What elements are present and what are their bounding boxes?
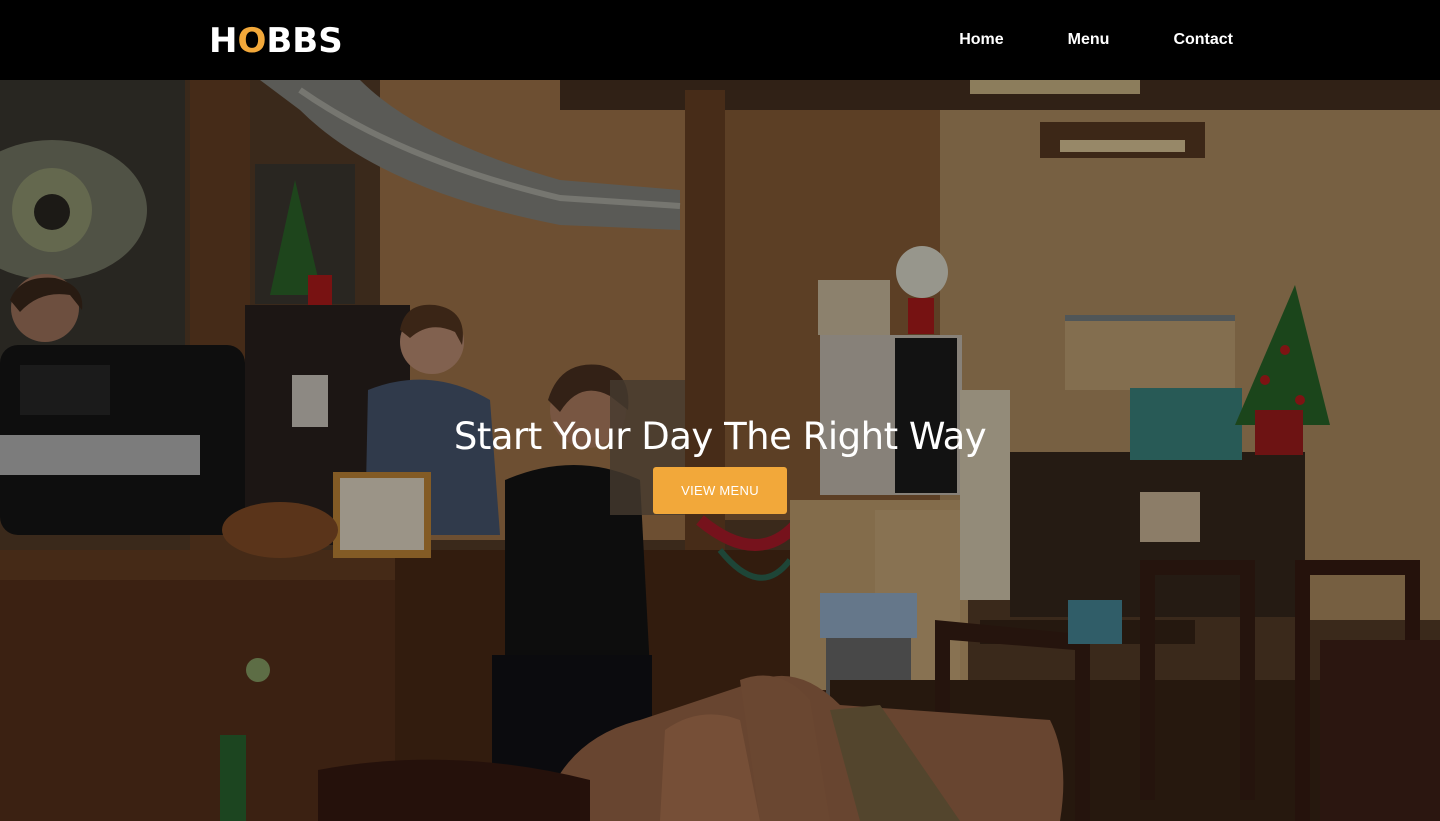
main-nav: Home Menu Contact [959, 0, 1233, 80]
logo-text-end: BBS [266, 21, 343, 61]
hero-section: Start Your Day The Right Way VIEW MENU [0, 80, 1440, 821]
site-logo[interactable]: HOBBS [209, 19, 343, 63]
logo-accent-letter: O [237, 21, 267, 61]
nav-link-menu[interactable]: Menu [1068, 30, 1110, 50]
hero-title: Start Your Day The Right Way [453, 414, 987, 458]
logo-text-start: H [209, 21, 238, 61]
nav-link-home[interactable]: Home [959, 30, 1003, 50]
nav-link-contact[interactable]: Contact [1173, 30, 1233, 50]
site-header: HOBBS Home Menu Contact [0, 0, 1440, 80]
page: HOBBS Home Menu Contact Start Your Day T… [0, 0, 1440, 821]
view-menu-button[interactable]: VIEW MENU [653, 467, 787, 514]
